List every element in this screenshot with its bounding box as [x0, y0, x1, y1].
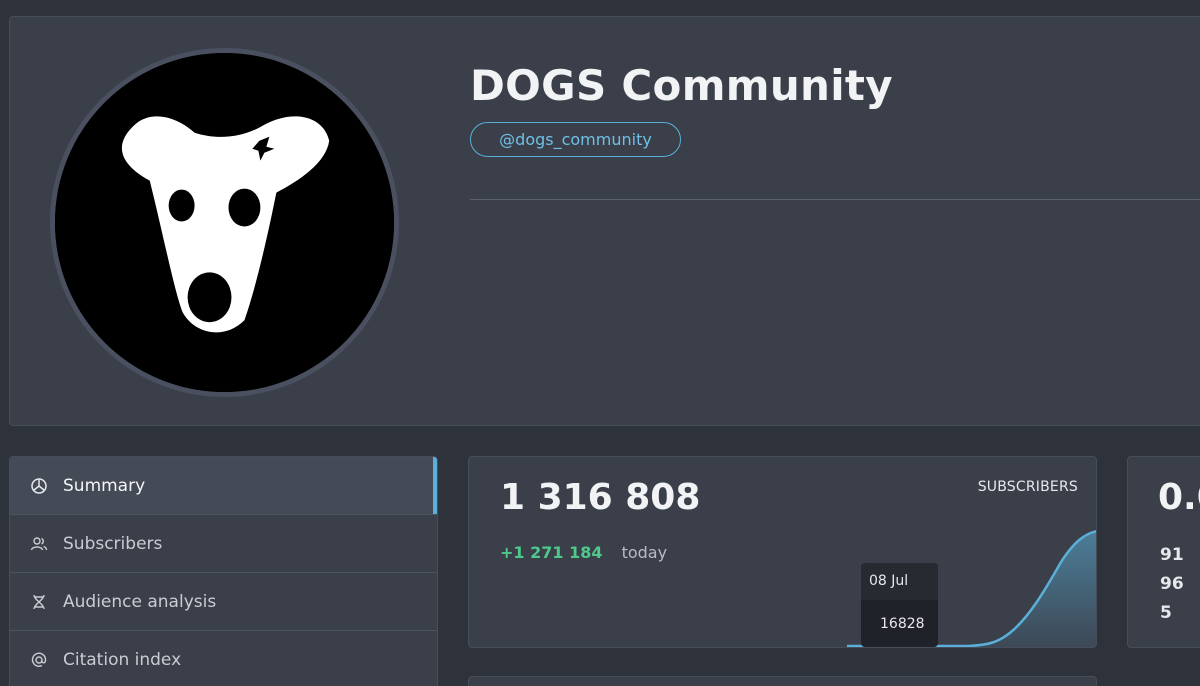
sidebar-item-label: Citation index — [63, 649, 182, 670]
subscribers-label: SUBSCRIBERS — [977, 479, 1078, 495]
pie-chart-icon — [30, 477, 48, 495]
next-card — [468, 676, 1097, 686]
dog-logo-icon — [55, 53, 394, 392]
sidebar-item-label: Summary — [63, 475, 146, 496]
subscribers-count: 1 316 808 — [500, 477, 701, 518]
sidebar-item-citation-index[interactable]: Citation index — [10, 631, 437, 686]
sidebar-item-label: Subscribers — [63, 533, 163, 554]
channel-handle-link[interactable]: @dogs_community — [470, 122, 681, 157]
chart-tooltip: 08 Jul 16828 — [861, 563, 938, 647]
page: DOGS Community @dogs_community Summary S… — [0, 0, 1200, 686]
engagement-row: 5 — [1160, 603, 1172, 623]
at-icon — [30, 651, 48, 669]
sidebar-item-audience-analysis[interactable]: Audience analysis — [10, 573, 437, 631]
tooltip-value: 16828 — [880, 616, 925, 632]
engagement-row: 91 — [1160, 545, 1184, 565]
header-divider — [470, 199, 1200, 200]
channel-avatar — [50, 48, 399, 397]
subscribers-delta-row: +1 271 184 today — [500, 543, 667, 562]
users-icon — [30, 535, 48, 553]
sidebar-item-summary[interactable]: Summary — [10, 457, 437, 515]
channel-title: DOGS Community — [470, 61, 893, 110]
subscribers-delta-suffix: today — [621, 543, 668, 562]
sidebar-item-subscribers[interactable]: Subscribers — [10, 515, 437, 573]
engagement-value: 0.0 — [1158, 477, 1200, 518]
channel-header-card: DOGS Community @dogs_community — [9, 16, 1200, 426]
engagement-row: 96 — [1160, 574, 1184, 594]
engagement-card: 0.0 91 96 5 — [1127, 456, 1200, 648]
subscribers-card: 1 316 808 SUBSCRIBERS +1 271 184 today 0… — [468, 456, 1097, 648]
engagement-rows: 91 96 5 — [1160, 541, 1184, 628]
sidebar-item-label: Audience analysis — [63, 591, 217, 612]
sidebar-nav: Summary Subscribers Audience analysis Ci… — [9, 456, 438, 686]
dna-icon — [30, 593, 48, 611]
subscribers-delta: +1 271 184 — [500, 543, 603, 562]
tooltip-date: 08 Jul — [861, 563, 938, 600]
